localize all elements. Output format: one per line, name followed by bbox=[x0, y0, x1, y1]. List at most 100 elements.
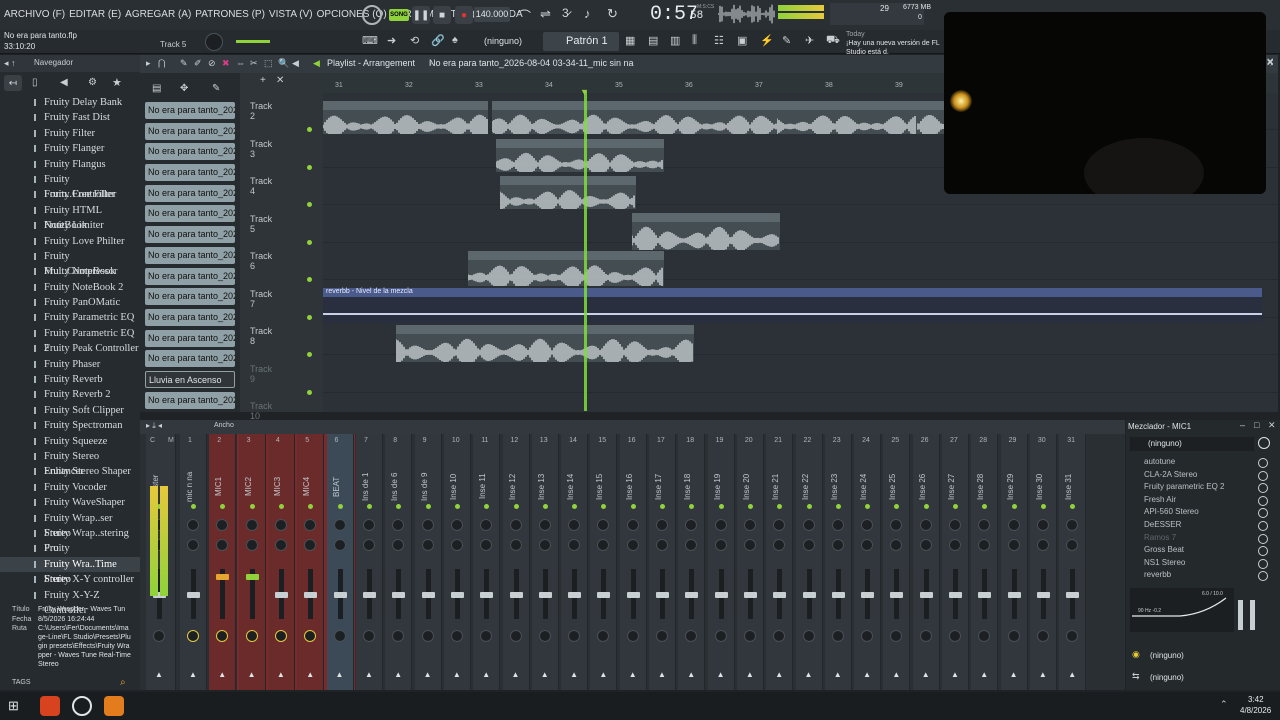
delete-tool-icon[interactable]: ⊘ bbox=[208, 58, 216, 69]
send-led[interactable] bbox=[542, 504, 548, 509]
audio-clip-t2c[interactable]: No era para tanto_20_03-34-11_mic sin na bbox=[777, 101, 917, 134]
menu-item[interactable]: ARCHIVO (F) bbox=[4, 9, 65, 20]
track-name[interactable]: Track 4 bbox=[250, 176, 272, 196]
channel-button[interactable]: No era para tanto_2026- bbox=[145, 122, 235, 140]
route-knob[interactable] bbox=[714, 630, 727, 642]
stereo-knob[interactable] bbox=[626, 539, 639, 551]
send-led[interactable] bbox=[660, 504, 665, 509]
route-arrow-icon[interactable]: ▲ bbox=[658, 670, 666, 679]
menu-item[interactable]: AGREGAR (A) bbox=[125, 9, 191, 20]
route-knob[interactable] bbox=[743, 630, 756, 642]
track-mute-led[interactable] bbox=[307, 239, 312, 245]
pan-knob[interactable] bbox=[743, 519, 756, 531]
mixer-strip[interactable]: Inse 17 ▲ bbox=[649, 434, 676, 690]
stereo-knob[interactable] bbox=[773, 539, 786, 551]
mixer-strip[interactable]: Inse 27 ▲ bbox=[942, 434, 969, 690]
volume-fader-cap[interactable] bbox=[743, 592, 757, 598]
mixer-strip[interactable]: Inse 12 ▲ bbox=[502, 434, 530, 690]
mixer-strip[interactable]: Inse 23 ▲ bbox=[824, 434, 852, 690]
volume-fader-cap[interactable] bbox=[890, 592, 904, 598]
piano-roll-icon[interactable]: ▤ bbox=[648, 34, 658, 47]
playback-tool-icon[interactable]: ◀ bbox=[292, 58, 299, 69]
pan-knob[interactable] bbox=[568, 519, 581, 531]
zoom-tool-icon[interactable]: 🔍 bbox=[278, 58, 289, 69]
mixer-strip[interactable]: Inse 13 ▲ bbox=[531, 434, 559, 690]
stereo-knob[interactable] bbox=[568, 539, 581, 551]
volume-fader-cap[interactable] bbox=[187, 592, 200, 598]
pan-knob[interactable] bbox=[363, 519, 375, 531]
pan-knob[interactable] bbox=[392, 519, 405, 531]
route-knob[interactable] bbox=[656, 630, 668, 642]
track-name[interactable]: Track 3 bbox=[250, 139, 272, 159]
route-knob[interactable] bbox=[773, 630, 786, 642]
main-pitch-slider[interactable] bbox=[236, 40, 270, 43]
channel-button[interactable]: No era para tanto_2026- bbox=[145, 308, 235, 326]
mixer-strip[interactable]: MIC1 ▲ bbox=[209, 434, 237, 690]
stereo-knob[interactable] bbox=[363, 539, 375, 551]
pan-knob[interactable] bbox=[274, 519, 287, 531]
link-icon[interactable]: 🔗 bbox=[431, 34, 445, 47]
send-led[interactable] bbox=[337, 504, 343, 509]
channel-button[interactable]: No era para tanto_2026- bbox=[145, 226, 235, 244]
stereo-knob[interactable] bbox=[392, 539, 405, 551]
tempo-field[interactable]: 140.000 bbox=[474, 7, 510, 22]
route-arrow-icon[interactable]: ▲ bbox=[746, 670, 754, 679]
track-name[interactable]: Track 9 bbox=[250, 364, 272, 384]
volume-fader-cap[interactable] bbox=[861, 592, 875, 598]
route-knob[interactable] bbox=[597, 630, 610, 642]
route-arrow-icon[interactable]: ▲ bbox=[482, 670, 490, 679]
mixer-menu-icon[interactable]: ▸ ⤓ ◂ bbox=[146, 421, 162, 431]
channel-button[interactable]: Lluvia en Ascenso bbox=[145, 370, 235, 388]
browser-item[interactable]: Fruity Wra..Time Stereo bbox=[0, 556, 140, 585]
mixer-strip[interactable]: Inse 24 ▲ bbox=[854, 434, 882, 690]
browser-settings-icon[interactable]: ⚙ bbox=[88, 77, 97, 88]
stereo-knob[interactable] bbox=[333, 539, 346, 551]
route-arrow-icon[interactable]: ▲ bbox=[805, 670, 813, 679]
browser-arrows-icon[interactable]: ◂ ↑ bbox=[4, 58, 16, 69]
pause-button[interactable]: ❚❚ bbox=[412, 6, 430, 24]
volume-fader-cap[interactable] bbox=[568, 592, 582, 598]
browser-item[interactable]: Fruity Fast Dist bbox=[0, 110, 140, 125]
pan-knob[interactable] bbox=[685, 519, 698, 531]
route-arrow-icon[interactable]: ▲ bbox=[687, 670, 695, 679]
track-lane[interactable] bbox=[323, 243, 1278, 280]
stereo-knob[interactable] bbox=[274, 539, 287, 551]
route-knob[interactable] bbox=[568, 630, 581, 642]
browser-item[interactable]: Fruity Mul..Compressor bbox=[0, 249, 140, 277]
volume-fader-cap[interactable] bbox=[450, 592, 464, 598]
mixer-strip[interactable]: Ins de 6 ▲ bbox=[385, 434, 413, 690]
stereo-knob[interactable] bbox=[861, 539, 874, 551]
obs-icon[interactable] bbox=[72, 696, 92, 716]
send-led[interactable] bbox=[953, 504, 958, 509]
effect-slot[interactable]: Ramos 7 bbox=[1130, 532, 1276, 545]
stereo-knob[interactable] bbox=[949, 539, 961, 551]
mixer-strip[interactable]: Inse 26 ▲ bbox=[912, 434, 940, 690]
cart-icon[interactable]: ⛟ bbox=[826, 34, 840, 48]
route-knob[interactable] bbox=[509, 630, 522, 642]
route-arrow-icon[interactable]: ▲ bbox=[980, 670, 988, 679]
channel-button[interactable]: No era para tanto_2026- bbox=[145, 329, 235, 347]
pan-knob[interactable] bbox=[245, 519, 258, 531]
stereo-knob[interactable] bbox=[890, 539, 903, 551]
browser-item[interactable]: Fruity Free Filter bbox=[0, 187, 140, 202]
browser-item[interactable]: Fruity X-Y controller bbox=[0, 572, 140, 587]
volume-fader-cap[interactable] bbox=[333, 592, 347, 598]
stereo-knob[interactable] bbox=[187, 539, 199, 551]
route-knob[interactable] bbox=[450, 630, 463, 642]
mixer-strip[interactable]: Inse 21 ▲ bbox=[766, 434, 794, 690]
route-arrow-icon[interactable]: ▲ bbox=[365, 670, 373, 679]
route-knob[interactable] bbox=[1007, 630, 1020, 642]
select-tool-icon[interactable]: ⬚ bbox=[264, 58, 273, 69]
menu-item[interactable]: PATRONES (P) bbox=[195, 9, 265, 20]
draw-tool-icon[interactable]: ✎ bbox=[180, 58, 188, 69]
preset-clock-icon[interactable] bbox=[1258, 437, 1270, 449]
browser-item[interactable]: Fruity Wra..VintageVerb bbox=[0, 541, 140, 570]
playlist-arrow-icon[interactable]: ◀ bbox=[313, 58, 320, 69]
browser-item[interactable]: Fruity Limiter bbox=[0, 218, 140, 233]
audio-clip-t6[interactable]: No era para tanto_2026-08-04 03-39-59_mi… bbox=[468, 251, 664, 286]
picker-move-icon[interactable]: ✥ bbox=[180, 83, 188, 94]
panel-minimize-icon[interactable]: – bbox=[1240, 420, 1245, 430]
pan-knob[interactable] bbox=[480, 519, 493, 531]
volume-fader-cap[interactable] bbox=[773, 592, 787, 598]
route-knob[interactable] bbox=[1066, 630, 1079, 642]
